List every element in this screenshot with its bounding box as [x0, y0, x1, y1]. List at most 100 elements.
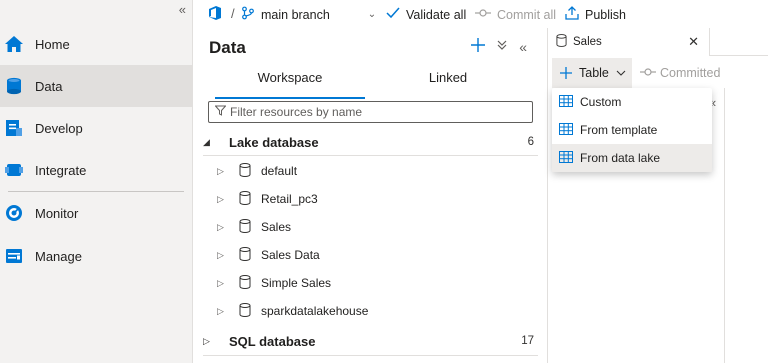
develop-icon [4, 118, 24, 138]
nav-item-monitor[interactable]: Monitor [0, 192, 192, 234]
nav-item-manage[interactable]: Manage [0, 235, 192, 277]
group-sql-database[interactable]: ▷ SQL database 17 [203, 329, 538, 353]
table-dropdown-menu: Custom From template From data lake [552, 88, 712, 172]
database-icon [239, 302, 251, 320]
commit-icon [640, 65, 656, 82]
add-table-button[interactable]: Table [552, 58, 632, 88]
publish-button[interactable]: Publish [565, 6, 626, 23]
list-item-database[interactable]: ▷ default [217, 159, 537, 183]
left-nav: « Home Data Develop Integrate Monitor Ma… [0, 0, 193, 363]
group-label: Lake database [229, 134, 319, 150]
caret-right-icon: ▷ [217, 193, 224, 204]
nav-item-develop[interactable]: Develop [0, 107, 192, 149]
database-icon [239, 218, 251, 236]
database-label: Simple Sales [261, 276, 332, 290]
monitor-icon [4, 203, 24, 223]
menu-item-from-data-lake[interactable]: From data lake [552, 144, 712, 172]
committed-label: Committed [660, 66, 721, 80]
group-lake-database[interactable]: ◢ Lake database 6 [203, 130, 538, 154]
publish-label: Publish [585, 7, 626, 22]
group-label: SQL database [229, 333, 316, 349]
plus-icon [560, 67, 572, 79]
table-button-label: Table [579, 66, 609, 80]
filter-input[interactable] [230, 105, 520, 119]
menu-item-label: Custom [580, 95, 622, 109]
nav-label-monitor: Monitor [35, 205, 79, 221]
caret-right-icon: ▷ [217, 165, 224, 176]
data-panel: Data « Workspace Linked ◢ Lake database … [193, 28, 548, 363]
tab-workspace[interactable]: Workspace [215, 70, 365, 99]
database-label: Sales [261, 220, 292, 234]
nav-item-integrate[interactable]: Integrate [0, 149, 192, 191]
nav-label-data: Data [35, 78, 63, 94]
editor-divider [724, 88, 725, 363]
group-divider [203, 155, 538, 156]
group-divider [203, 355, 538, 356]
editor-tab-sales[interactable]: Sales ✕ [548, 28, 710, 56]
data-panel-title: Data [209, 38, 246, 57]
list-item-database[interactable]: ▷ Sales [217, 215, 537, 239]
database-label: default [261, 164, 298, 178]
branch-selector[interactable]: main branch ⌄ [241, 6, 376, 23]
group-count: 6 [527, 136, 534, 148]
caret-expanded-icon: ◢ [203, 136, 210, 147]
caret-right-icon: ▷ [217, 305, 224, 316]
integrate-icon [4, 160, 24, 180]
branch-label: main branch [261, 7, 330, 22]
menu-item-custom[interactable]: Custom [552, 88, 712, 116]
database-icon [239, 162, 251, 180]
branch-icon [241, 6, 261, 23]
database-icon [556, 34, 567, 50]
table-icon [559, 150, 573, 166]
double-chevron-down-icon [497, 40, 507, 50]
caret-right-icon: ▷ [203, 335, 210, 346]
database-icon [4, 76, 24, 96]
list-item-database[interactable]: ▷ Simple Sales [217, 271, 537, 295]
expand-collapse-button[interactable] [497, 39, 507, 54]
nav-item-home[interactable]: Home [0, 23, 192, 65]
data-panel-actions: « [471, 38, 527, 55]
editor-area: Sales ✕ Table Committed « [548, 28, 768, 363]
editor-toolbar: Table Committed [548, 58, 768, 88]
list-item-database[interactable]: ▷ Retail_pc3 [217, 187, 537, 211]
editor-tabstrip: Sales ✕ [548, 28, 768, 56]
commit-all-button[interactable]: Commit all [475, 6, 556, 23]
group-count: 17 [521, 335, 534, 347]
collapse-nav-button[interactable]: « [179, 2, 186, 17]
home-icon [4, 34, 24, 54]
caret-right-icon: ▷ [217, 221, 224, 232]
menu-item-from-template[interactable]: From template [552, 116, 712, 144]
nav-label-manage: Manage [35, 248, 82, 264]
committed-status: Committed [640, 65, 720, 82]
list-item-database[interactable]: ▷ sparkdatalakehouse [217, 299, 537, 323]
chevron-down-icon [616, 70, 626, 76]
nav-item-data[interactable]: Data [0, 65, 192, 107]
menu-item-label: From template [580, 123, 658, 137]
table-icon [559, 94, 573, 110]
editor-tab-label: Sales [573, 36, 602, 48]
menu-item-label: From data lake [580, 151, 661, 165]
database-icon [239, 274, 251, 292]
devops-icon [207, 5, 223, 24]
publish-icon [565, 6, 585, 23]
chevron-down-icon: ⌄ [367, 9, 377, 20]
close-tab-button[interactable]: ✕ [688, 34, 699, 50]
list-item-database[interactable]: ▷ Sales Data [217, 243, 537, 267]
database-label: sparkdatalakehouse [261, 304, 369, 318]
tab-linked[interactable]: Linked [373, 70, 523, 96]
filter-icon [214, 105, 227, 119]
filter-box[interactable] [208, 101, 533, 123]
commit-all-label: Commit all [497, 7, 557, 22]
validate-all-button[interactable]: Validate all [386, 6, 466, 23]
database-icon [239, 190, 251, 208]
collapse-panel-button[interactable]: « [519, 39, 527, 55]
nav-label-develop: Develop [35, 120, 83, 136]
validate-all-label: Validate all [406, 7, 467, 22]
caret-right-icon: ▷ [217, 249, 224, 260]
add-resource-button[interactable] [471, 38, 486, 55]
top-toolbar: / main branch ⌄ Validate all Commit all … [193, 0, 768, 28]
commit-icon [475, 6, 497, 23]
manage-icon [4, 246, 24, 266]
database-label: Retail_pc3 [261, 192, 318, 206]
breadcrumb-separator: / [231, 6, 235, 21]
